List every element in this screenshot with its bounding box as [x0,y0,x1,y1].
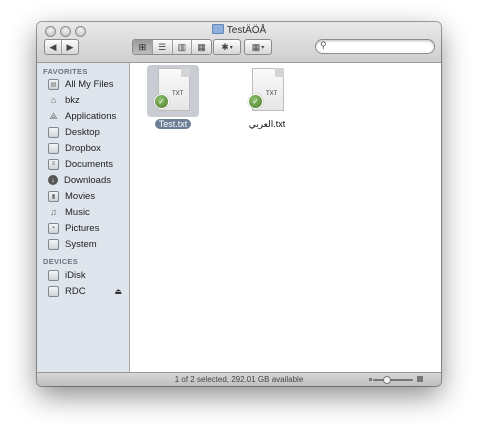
sidebar-item-bkz[interactable]: ⌂ bkz [48,93,126,107]
sidebar-item-dropbox[interactable]: Dropbox [48,141,126,155]
file-extension-label: TXT [172,91,184,97]
favorites-header: FAVORITES [43,67,88,76]
window-title-text: TestÄÖÅ [226,25,267,36]
forward-icon: ▶ [66,41,74,52]
sidebar-item-downloads[interactable]: ↓ Downloads [48,173,126,187]
sidebar-item-label: Music [65,206,90,218]
list-view-icon: ☰ [158,41,167,52]
back-button[interactable]: ◀ [45,40,62,54]
sidebar-item-label: Desktop [65,126,100,138]
sidebar-item-applications[interactable]: ⟁ Applications [48,109,126,123]
file-area: TXT ✓ Test.txt TXT ✓ العربي.txt [130,63,441,372]
coverflow-view-button[interactable]: ▦ [192,40,211,54]
window-title: TestÄÖÅ [37,24,441,36]
sidebar-item-label: System [65,238,97,250]
file-item-test-txt[interactable]: TXT ✓ Test.txt [143,65,203,132]
sidebar-item-music[interactable]: ♫ Music [48,205,126,219]
icon-size-slider-knob[interactable] [383,376,391,384]
file-item-arabic-txt[interactable]: TXT ✓ العربي.txt [237,68,297,132]
sidebar-item-label: Applications [65,110,117,122]
sidebar-item-system[interactable]: System [48,237,126,251]
music-icon: ♫ [50,207,57,217]
back-forward-control: ◀ ▶ [44,39,79,55]
sidebar-item-label: Documents [65,158,114,170]
sidebar-item-rdc[interactable]: RDC ⏏ [48,284,126,298]
home-icon: ⌂ [50,95,57,105]
sidebar: FAVORITES ▤ All My Files ⌂ bkz ⟁ Applicatio… [37,63,130,372]
sidebar-item-label: bkz [65,94,80,106]
column-view-button[interactable]: ▥ [173,40,193,54]
sidebar-item-label: Pictures [65,222,100,234]
idisk-icon [48,269,59,281]
file-name: Test.txt [154,119,192,129]
sidebar-item-all-my-files[interactable]: ▤ All My Files [48,77,126,91]
desktop-icon [48,126,59,138]
file-icon: TXT ✓ [247,68,287,114]
sidebar-item-label: Movies [65,190,96,202]
chevron-down-icon: ▾ [261,44,265,51]
sidebar-item-label: Downloads [64,174,111,186]
all-files-icon: ▤ [48,78,59,90]
coverflow-view-icon: ▦ [197,41,206,52]
small-icon-size-icon [369,378,372,381]
eject-icon[interactable]: ⏏ [114,287,122,296]
folder-icon [48,238,59,250]
file-name: العربي.txt [248,119,286,129]
search-icon: ⚲ [320,40,327,50]
file-icon: TXT ✓ [147,65,199,117]
sidebar-item-label: Dropbox [65,142,101,154]
applications-icon: ⟁ [49,110,58,121]
icon-view-button[interactable]: ⊞ [133,40,153,54]
sidebar-item-documents[interactable]: ≡ Documents [48,157,126,171]
sidebar-item-desktop[interactable]: Desktop [48,125,126,139]
checkmark-badge-icon: ✓ [248,94,263,109]
sidebar-item-idisk[interactable]: iDisk [48,268,126,282]
status-bar: 1 of 2 selected, 292.01 GB available [37,372,441,386]
large-icon-size-icon [417,376,423,382]
back-icon: ◀ [49,41,57,52]
file-extension-label: TXT [266,91,278,97]
finder-window: TestÄÖÅ ◀ ▶ ⊞ ☰ ▥ ▦ ✱ ▾ ▦ ▾ ⚲ FAVORITES ▤ A… [37,22,441,386]
toolbar: TestÄÖÅ ◀ ▶ ⊞ ☰ ▥ ▦ ✱ ▾ ▦ ▾ ⚲ [37,22,441,63]
sidebar-item-label: iDisk [65,269,86,281]
search-input[interactable] [331,41,429,51]
movies-icon: ▮ [48,190,59,202]
checkmark-badge-icon: ✓ [154,94,169,109]
search-field[interactable]: ⚲ [315,39,435,54]
view-mode-control: ⊞ ☰ ▥ ▦ [132,39,212,55]
devices-header: DEVICES [43,257,79,266]
folder-icon [48,142,59,154]
page-fold [275,68,284,77]
icon-view-icon: ⊞ [138,41,147,52]
column-view-icon: ▥ [177,41,187,52]
drive-icon [48,285,59,297]
sidebar-item-pictures[interactable]: ▪ Pictures [48,221,126,235]
gear-icon: ✱ [221,41,229,52]
arrange-menu-button[interactable]: ▦ ▾ [244,39,272,55]
action-menu-button[interactable]: ✱ ▾ [213,39,241,55]
documents-icon: ≡ [48,158,59,170]
sidebar-item-movies[interactable]: ▮ Movies [48,189,126,203]
page-fold [181,68,190,77]
list-view-button[interactable]: ☰ [153,40,173,54]
pictures-icon: ▪ [48,222,59,234]
downloads-icon: ↓ [48,175,58,185]
arrange-icon: ▦ [251,41,261,52]
sidebar-item-label: RDC [65,285,86,297]
folder-icon [211,24,224,34]
chevron-down-icon: ▾ [229,44,233,51]
forward-button[interactable]: ▶ [62,40,78,54]
sidebar-item-label: All My Files [65,78,114,90]
icon-size-slider[interactable] [373,379,413,381]
